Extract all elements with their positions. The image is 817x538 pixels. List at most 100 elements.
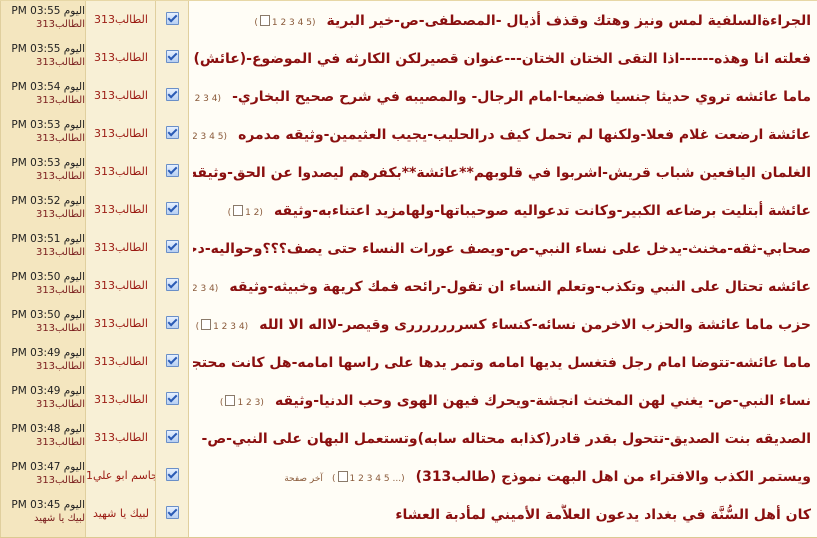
title-cell: عائشة أبتليت برضاعه الكبير-وكانت تدعوالي… — [188, 191, 817, 229]
checkbox-icon[interactable] — [166, 354, 179, 367]
author-link[interactable]: الطالب313 — [86, 89, 156, 102]
author-link[interactable]: الطالب313 — [86, 51, 156, 64]
author-link[interactable]: الطالب313 — [86, 355, 156, 368]
author-link[interactable]: الطالب313 — [86, 165, 156, 178]
last-poster-link[interactable]: الطالب313 — [2, 209, 85, 220]
author-link[interactable]: الطالب313 — [86, 241, 156, 254]
author-link[interactable]: الطالب313 — [86, 13, 156, 26]
checkbox-icon[interactable] — [166, 430, 179, 443]
last-post-cell: اليوم 03:53 PM الطالب313 — [0, 115, 85, 153]
last-post-cell: اليوم 03:52 PM الطالب313 — [0, 191, 85, 229]
last-post-time: اليوم 03:48 PM — [11, 423, 85, 435]
thread-title-link[interactable]: نساء النبي-ص- يغني لهن المخنث انجشة-ويحر… — [275, 393, 811, 409]
thread-row[interactable]: اليوم 03:53 PM الطالب313 الطالب313 عائشة… — [0, 115, 817, 154]
last-poster-link[interactable]: الطالب313 — [2, 95, 85, 106]
last-poster-link[interactable]: الطالب313 — [2, 361, 85, 372]
checkbox-icon[interactable] — [166, 12, 179, 25]
thread-row[interactable]: اليوم 03:49 PM الطالب313 الطالب313 ماما … — [0, 343, 817, 382]
checkbox-icon[interactable] — [166, 392, 179, 405]
thread-title-link[interactable]: حزب ماما عائشة والحزب الاخرمن نسائه-كنسا… — [259, 317, 811, 333]
author-link[interactable]: الطالب313 — [86, 317, 156, 330]
thread-row[interactable]: اليوم 03:49 PM الطالب313 الطالب313 نساء … — [0, 381, 817, 420]
page-links[interactable]: (1 2 3 4) — [196, 319, 248, 332]
last-poster-link[interactable]: الطالب313 — [2, 133, 85, 144]
status-cell — [155, 191, 188, 229]
checkbox-icon[interactable] — [166, 164, 179, 177]
checkbox-icon[interactable] — [166, 88, 179, 101]
last-poster-link[interactable]: لبيك يا شهيد — [2, 513, 85, 524]
author-link[interactable]: الطالب313 — [86, 393, 156, 406]
thread-row[interactable]: اليوم 03:50 PM الطالب313 الطالب313 حزب م… — [0, 305, 817, 344]
last-poster-link[interactable]: الطالب313 — [2, 19, 85, 30]
page-links[interactable]: (1 2 3 4 5) — [254, 15, 315, 28]
checkbox-icon[interactable] — [166, 316, 179, 329]
multipage-icon — [337, 471, 348, 482]
page-links[interactable]: (1 2) — [228, 205, 263, 218]
thread-title-link[interactable]: ويستمر الكذب والافتراء من اهل البهت نموذ… — [416, 469, 811, 485]
thread-row[interactable]: اليوم 03:47 PM الطالب313 جاسم ابو علي1 و… — [0, 457, 817, 496]
page-links[interactable]: (1 2 3) — [220, 395, 264, 408]
last-poster-link[interactable]: الطالب313 — [2, 247, 85, 258]
thread-title-link[interactable]: عائشة ارضعت غلام فعلا-ولكنها لم تحمل كيف… — [238, 127, 811, 143]
title-cell: الغلمان اليافعين شباب قريش-اشربوا في قلو… — [188, 153, 817, 191]
last-poster-link[interactable]: الطالب313 — [2, 323, 85, 334]
thread-title-link[interactable]: فعلته انا وهذه------اذا التقى الختان الخ… — [194, 51, 812, 67]
title-cell: عائشة ارضعت غلام فعلا-ولكنها لم تحمل كيف… — [188, 115, 817, 153]
page-links[interactable]: (1 2 3 4 5 ...) — [332, 471, 405, 484]
thread-row[interactable]: اليوم 03:55 PM الطالب313 الطالب313 الجرا… — [0, 1, 817, 40]
last-poster-link[interactable]: الطالب313 — [2, 437, 85, 448]
thread-title-link[interactable]: عائشه تحتال على النبي وتكذب-وتعلم النساء… — [229, 279, 811, 295]
page-links[interactable]: (1 2 3 4 5) — [193, 129, 227, 142]
author-cell: الطالب313 — [85, 229, 155, 267]
last-poster-link[interactable]: الطالب313 — [2, 57, 85, 68]
thread-row[interactable]: اليوم 03:52 PM الطالب313 الطالب313 عائشة… — [0, 191, 817, 230]
status-cell — [155, 1, 188, 39]
last-post-cell: اليوم 03:55 PM الطالب313 — [0, 39, 85, 77]
checkbox-icon[interactable] — [166, 126, 179, 139]
last-poster-link[interactable]: الطالب313 — [2, 171, 85, 182]
thread-row[interactable]: اليوم 03:50 PM الطالب313 الطالب313 عائشه… — [0, 267, 817, 306]
checkbox-icon[interactable] — [166, 50, 179, 63]
checkbox-icon[interactable] — [166, 506, 179, 519]
title-cell: كان أهل السُّنَّة في بغداد يدعون العلاَّ… — [188, 495, 817, 537]
thread-row[interactable]: اليوم 03:51 PM الطالب313 الطالب313 صحابي… — [0, 229, 817, 268]
thread-title-link[interactable]: كان أهل السُّنَّة في بغداد يدعون العلاَّ… — [395, 507, 811, 523]
last-page-link[interactable]: آخر صفحة — [284, 474, 323, 484]
last-post-time: اليوم 03:55 PM — [11, 5, 85, 17]
checkbox-icon[interactable] — [166, 240, 179, 253]
last-post-time: اليوم 03:52 PM — [11, 195, 85, 207]
thread-row[interactable]: اليوم 03:53 PM الطالب313 الطالب313 الغلم… — [0, 153, 817, 192]
page-links[interactable]: (1 2 3 4) — [193, 91, 221, 104]
author-link[interactable]: لبيك يا شهيد — [86, 507, 156, 520]
thread-row[interactable]: اليوم 03:45 PM لبيك يا شهيد لبيك يا شهيد… — [0, 495, 817, 538]
author-link[interactable]: جاسم ابو علي1 — [86, 469, 158, 482]
author-link[interactable]: الطالب313 — [86, 431, 156, 444]
thread-title-link[interactable]: ماما عائشه تروي حديثا جنسيا فضيعا-امام ا… — [232, 89, 811, 105]
status-cell — [155, 115, 188, 153]
title-cell: ماما عائشه-تتوضا امام رجل فتغسل يديها ام… — [188, 343, 817, 381]
thread-title-link[interactable]: ماما عائشه-تتوضا امام رجل فتغسل يديها ام… — [193, 355, 811, 371]
checkbox-icon[interactable] — [166, 468, 179, 481]
author-link[interactable]: الطالب313 — [86, 279, 156, 292]
checkbox-icon[interactable] — [166, 202, 179, 215]
thread-title-link[interactable]: صحابي-ثقه-مخنث-يدخل على نساء النبي-ص-ويص… — [193, 241, 811, 257]
last-post-time: اليوم 03:55 PM — [11, 43, 85, 55]
author-link[interactable]: الطالب313 — [86, 203, 156, 216]
thread-row[interactable]: اليوم 03:55 PM الطالب313 الطالب313 فعلته… — [0, 39, 817, 78]
thread-title-link[interactable]: عائشة أبتليت برضاعه الكبير-وكانت تدعوالي… — [274, 203, 811, 219]
thread-row[interactable]: اليوم 03:48 PM الطالب313 الطالب313 الصدي… — [0, 419, 817, 458]
thread-title-link[interactable]: الجراءةالسلفية لمس ونيز وهتك وقذف أذيال … — [327, 13, 811, 29]
last-post-cell: اليوم 03:55 PM الطالب313 — [0, 1, 85, 39]
thread-title-link[interactable]: الصديقه بنت الصديق-تتحول بقدر قادر(كذابه… — [202, 431, 811, 447]
last-poster-link[interactable]: الطالب313 — [2, 399, 85, 410]
thread-title-link[interactable]: الغلمان اليافعين شباب قريش-اشربوا في قلو… — [193, 165, 811, 181]
title-cell: فعلته انا وهذه------اذا التقى الختان الخ… — [188, 39, 817, 77]
page-links[interactable]: (1 2 3 4) — [193, 281, 218, 294]
status-cell — [155, 495, 188, 537]
last-poster-link[interactable]: الطالب313 — [2, 285, 85, 296]
last-post-cell: اليوم 03:45 PM لبيك يا شهيد — [0, 495, 85, 537]
last-poster-link[interactable]: الطالب313 — [2, 475, 85, 486]
thread-row[interactable]: اليوم 03:54 PM الطالب313 الطالب313 ماما … — [0, 77, 817, 116]
author-link[interactable]: الطالب313 — [86, 127, 156, 140]
checkbox-icon[interactable] — [166, 278, 179, 291]
